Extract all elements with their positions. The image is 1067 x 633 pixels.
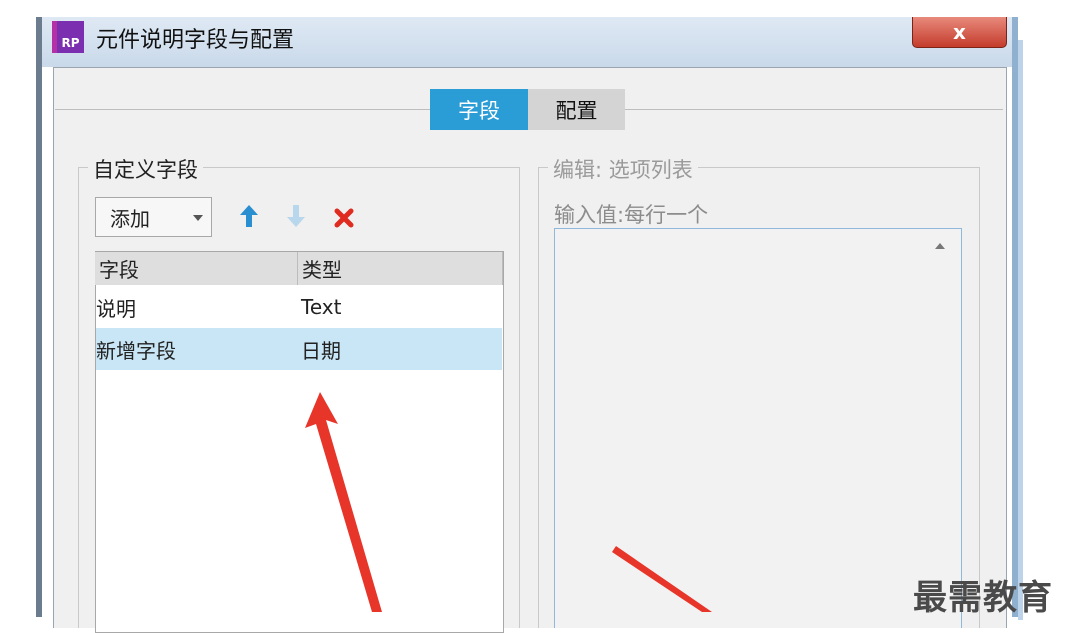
watermark-text: 最需教育 <box>913 578 1053 618</box>
annotation-arrows <box>305 392 712 612</box>
annotation-arrow-up <box>305 392 382 612</box>
annotation-arrow-right <box>612 546 712 612</box>
